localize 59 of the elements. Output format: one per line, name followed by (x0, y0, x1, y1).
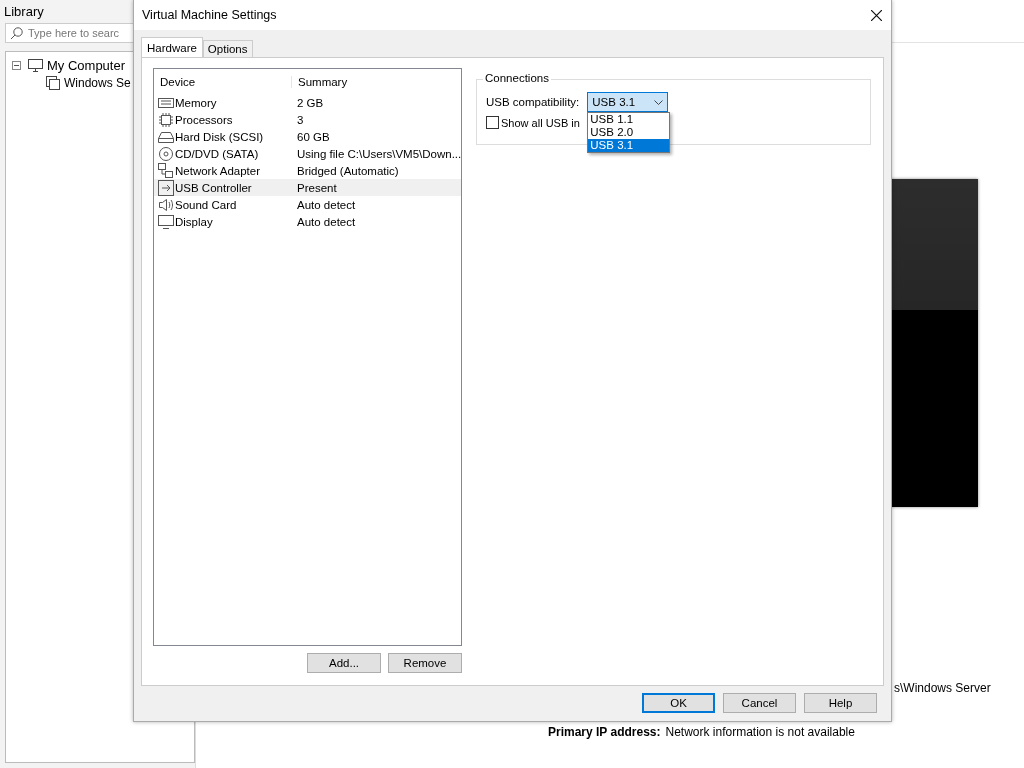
window-title: Virtual Machine Settings (142, 8, 277, 22)
device-summary: Auto detect (296, 198, 357, 211)
ip-label: Primary IP address: (548, 725, 661, 739)
device-row[interactable]: CD/DVD (SATA) Using file C:\Users\VM5\Down... (154, 145, 461, 162)
device-name: CD/DVD (SATA) (175, 147, 259, 160)
group-title: Connections (483, 72, 551, 84)
device-summary: Auto detect (296, 215, 357, 228)
ip-value: Network information is not available (665, 725, 855, 739)
device-row[interactable]: Network Adapter Bridged (Automatic) (154, 162, 461, 179)
monitor-icon (28, 58, 43, 72)
column-header[interactable]: Summary (291, 76, 461, 88)
device-summary: 3 (296, 113, 305, 126)
network-icon (158, 162, 174, 179)
device-row[interactable]: Display Auto detect (154, 213, 461, 230)
dropdown-option[interactable]: USB 1.1 (588, 113, 670, 126)
device-summary: 2 GB (296, 96, 325, 109)
tree-item[interactable]: Windows Se (64, 76, 131, 90)
device-name: Memory (175, 96, 217, 109)
display-icon (158, 213, 174, 230)
dropdown-option[interactable]: USB 3.1 (588, 139, 670, 152)
dropdown-option[interactable]: USB 2.0 (588, 126, 670, 139)
usb-compatibility-label: USB compatibility: (486, 96, 580, 108)
search-icon (10, 26, 23, 40)
library-title: Library (4, 4, 44, 19)
dialog-button[interactable]: OK (642, 693, 715, 713)
device-name: Hard Disk (SCSI) (175, 130, 264, 143)
list-button[interactable]: Add... (307, 653, 381, 673)
chevron-icon (654, 99, 664, 105)
device-row[interactable]: Processors 3 (154, 111, 461, 128)
device-summary: Present (296, 181, 338, 194)
tab[interactable]: Hardware (141, 37, 203, 57)
close-icon[interactable] (870, 9, 882, 21)
list-button[interactable]: Remove (388, 653, 462, 673)
location-value: s\Windows Server (894, 681, 992, 695)
column-header[interactable]: Device (154, 76, 291, 88)
device-summary: Bridged (Automatic) (296, 164, 400, 177)
device-name: USB Controller (175, 181, 252, 194)
device-row[interactable]: Sound Card Auto detect (154, 196, 461, 213)
device-row[interactable]: USB Controller Present (154, 179, 461, 196)
processor-icon (158, 111, 174, 128)
dialog-button[interactable]: Help (804, 693, 877, 713)
tab[interactable]: Options (202, 40, 253, 57)
device-name: Network Adapter (175, 164, 260, 177)
device-row[interactable]: Memory 2 GB (154, 94, 461, 111)
dialog-button[interactable]: Cancel (723, 693, 796, 713)
collapse-toggle-icon[interactable] (12, 60, 21, 70)
cd-icon (158, 145, 174, 162)
device-row[interactable]: Hard Disk (SCSI) 60 GB (154, 128, 461, 145)
device-summary: 60 GB (296, 130, 331, 143)
vm-icon (46, 76, 60, 90)
sound-icon (158, 196, 174, 213)
checkbox[interactable] (486, 116, 499, 129)
checkbox-label[interactable]: Show all USB in (501, 116, 580, 129)
device-name: Processors (175, 113, 233, 126)
tree-item[interactable]: My Computer (47, 57, 126, 73)
usb-icon (158, 179, 174, 196)
device-summary: Using file C:\Users\VM5\Down... (296, 147, 462, 160)
device-name: Display (175, 215, 213, 228)
device-name: Sound Card (175, 198, 237, 211)
